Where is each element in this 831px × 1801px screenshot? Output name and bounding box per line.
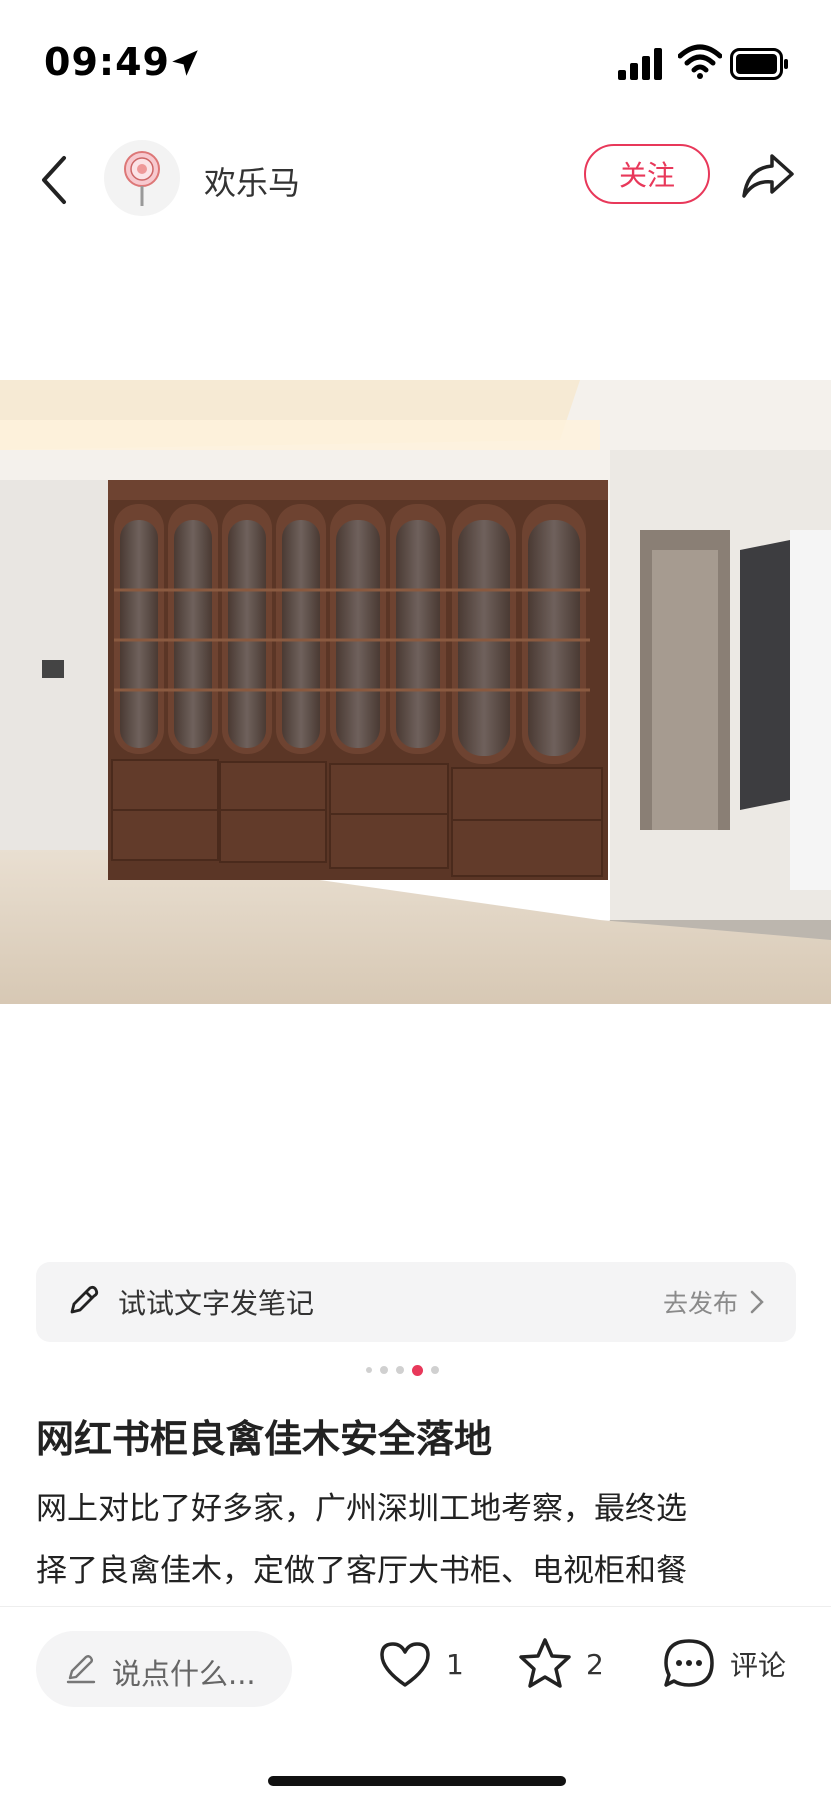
comment-label: 评论 — [730, 1649, 787, 1682]
home-indicator[interactable] — [268, 1776, 566, 1786]
carousel-dot-active — [412, 1364, 423, 1376]
pencil-icon — [66, 1655, 96, 1684]
star-count: 2 — [586, 1647, 604, 1681]
post-body-line: 网上对比了好多家，广州深圳工地考察，最终选 — [36, 1491, 687, 1527]
carousel-dot — [431, 1366, 439, 1374]
collect-button[interactable]: 2 — [516, 1635, 604, 1693]
comment-bubble-icon — [664, 1639, 714, 1687]
carousel-dot — [396, 1366, 404, 1374]
status-time: 09:49 — [44, 40, 170, 84]
comment-button[interactable]: 评论 — [660, 1635, 786, 1693]
write-note-prompt[interactable]: 试试文字发笔记 去发布 — [36, 1262, 796, 1342]
status-bar: 09:49 — [0, 0, 831, 120]
publish-link[interactable]: 去发布 — [663, 1284, 738, 1320]
cellular-signal-icon — [618, 48, 662, 80]
share-icon[interactable] — [740, 150, 796, 200]
battery-icon — [730, 48, 788, 80]
carousel-dot — [380, 1366, 388, 1374]
lollipop-icon — [124, 151, 160, 206]
post-body-line: 择了良禽佳木，定做了客厅大书柜、电视柜和餐 — [36, 1553, 687, 1589]
post-body: 网上对比了好多家，广州深圳工地考察，最终选 择了良禽佳木，定做了客厅大书柜、电视… — [36, 1478, 806, 1612]
pencil-icon — [70, 1285, 99, 1314]
comment-placeholder: 说点什么... — [112, 1657, 256, 1691]
like-count: 1 — [446, 1647, 464, 1681]
like-button[interactable]: 1 — [376, 1635, 464, 1693]
back-chevron-icon[interactable] — [34, 150, 74, 210]
chevron-right-icon — [750, 1290, 764, 1314]
carousel-dot — [366, 1367, 372, 1373]
follow-button[interactable]: 关注 — [584, 144, 710, 204]
carousel-indicator — [366, 1364, 439, 1376]
prompt-text: 试试文字发笔记 — [118, 1287, 315, 1320]
author-avatar[interactable] — [104, 140, 180, 216]
bottom-action-bar: 说点什么... 1 2 评论 — [0, 1606, 831, 1801]
post-header: 欢乐马 关注 — [0, 130, 831, 230]
author-name[interactable]: 欢乐马 — [204, 158, 300, 204]
wifi-icon — [678, 44, 722, 79]
post-title: 网红书柜良禽佳木安全落地 — [36, 1417, 493, 1461]
bookcase-photo — [0, 380, 831, 1004]
cabinet-drawers — [111, 759, 603, 877]
star-icon — [519, 1638, 571, 1688]
post-image[interactable] — [0, 380, 831, 1004]
comment-input[interactable]: 说点什么... — [36, 1631, 292, 1707]
location-arrow-icon — [172, 50, 198, 76]
heart-icon — [380, 1642, 430, 1687]
